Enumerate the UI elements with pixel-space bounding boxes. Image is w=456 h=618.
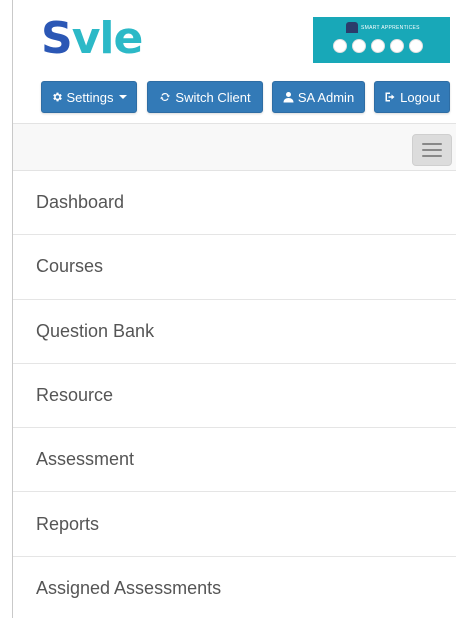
partner-badge: [352, 39, 366, 53]
partner-logo-title: SMART APPRENTICES: [361, 25, 420, 31]
menu-item-question-bank[interactable]: Question Bank: [13, 299, 456, 364]
menu-item-reports[interactable]: Reports: [13, 492, 456, 557]
partner-badges: [333, 39, 423, 53]
hamburger-button[interactable]: [412, 134, 452, 166]
user-icon: [283, 92, 294, 103]
settings-button[interactable]: Settings: [41, 81, 137, 113]
app-frame: Svle SMART APPRENTICES Settings Switch C…: [12, 0, 456, 618]
navbar-toggle-bar: [13, 124, 456, 171]
partner-badge: [371, 39, 385, 53]
sa-admin-label: SA Admin: [297, 89, 355, 105]
logo-s: S: [41, 13, 73, 64]
header: Svle SMART APPRENTICES Settings Switch C…: [13, 0, 456, 124]
menu-item-assessment[interactable]: Assessment: [13, 428, 456, 493]
sa-admin-button[interactable]: SA Admin: [272, 81, 365, 113]
switch-client-label: Switch Client: [175, 89, 251, 105]
nav-menu: Dashboard Courses Question Bank Resource…: [13, 171, 456, 618]
caret-down-icon: [119, 95, 128, 99]
menu-item-courses[interactable]: Courses: [13, 235, 456, 300]
menu-item-resource[interactable]: Resource: [13, 363, 456, 429]
partner-badge: [333, 39, 347, 53]
header-buttons: Settings Switch Client SA Admin Logout: [13, 81, 456, 113]
hamburger-icon: [422, 149, 442, 151]
logo-vle: vle: [71, 13, 144, 64]
hamburger-icon: [422, 155, 442, 157]
settings-label: Settings: [66, 89, 114, 105]
sign-out-icon: [385, 92, 395, 102]
svle-logo[interactable]: Svle: [41, 13, 144, 68]
partner-logo: SMART APPRENTICES: [313, 17, 450, 63]
switch-client-button[interactable]: Switch Client: [147, 81, 263, 113]
gear-icon: [52, 92, 62, 102]
refresh-icon: [160, 93, 171, 101]
partner-badge: [390, 39, 404, 53]
menu-item-dashboard[interactable]: Dashboard: [13, 171, 456, 236]
menu-item-assigned-assessments[interactable]: Assigned Assessments: [13, 556, 456, 618]
partner-badge: [409, 39, 423, 53]
logout-label: Logout: [400, 89, 440, 105]
logout-button[interactable]: Logout: [374, 81, 450, 113]
page-edge: [0, 0, 12, 618]
partner-mark-icon: [346, 22, 358, 33]
hamburger-icon: [422, 143, 442, 145]
